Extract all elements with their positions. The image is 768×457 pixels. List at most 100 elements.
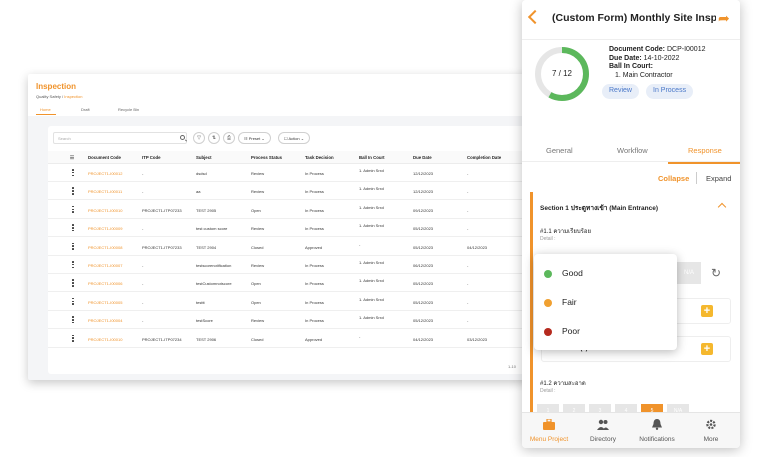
more-options-icon[interactable] (72, 334, 74, 343)
table-row[interactable]: PROJECT1-I00011 - aa Review In Process 1. Adm… (48, 182, 548, 201)
cell-process-status: Closed (251, 244, 264, 250)
chevron-up-icon[interactable] (717, 202, 727, 212)
cell-document-code[interactable]: PROJECT1-I00005 (88, 300, 122, 305)
nav-directory[interactable]: Directory (576, 413, 630, 448)
nav-more[interactable]: More (684, 413, 738, 448)
more-options-icon[interactable] (72, 224, 74, 232)
rating-option-fair[interactable]: Fair (534, 289, 677, 317)
cell-task-decision: Approved (305, 336, 323, 342)
col-due-date[interactable]: Due Date (413, 155, 432, 160)
cell-completion-date: - (467, 299, 469, 305)
question-2-title: #1.2 ความสะอาด (540, 381, 586, 387)
tab-home[interactable]: Home (40, 107, 51, 112)
filter-icon[interactable]: ▽ (193, 132, 205, 144)
table-row[interactable]: PROJECT1-I00004 - testScore Review In Proces… (48, 311, 548, 330)
cell-document-code[interactable]: PROJECT1-I00010 (88, 337, 122, 342)
cell-ball-in-court: - (359, 241, 361, 247)
table-row[interactable]: PROJECT1-I00010 PROJECT1-ITP07234 TEST 290… (48, 330, 548, 348)
col-process-status[interactable]: Process Status (251, 155, 282, 160)
table-row[interactable]: PROJECT1-I00008 PROJECT1-ITP07233 TEST 290… (48, 238, 548, 256)
more-options-icon[interactable] (72, 316, 74, 324)
nav-notifications[interactable]: Notifications (630, 413, 684, 448)
share-icon[interactable]: ➦ (718, 10, 730, 27)
more-options-icon[interactable] (72, 279, 74, 287)
col-task-decision[interactable]: Task Decision (305, 155, 334, 160)
cell-ball-in-court: - (359, 333, 361, 339)
status-badge: Review (602, 84, 639, 99)
cell-subject: dsdsd (196, 171, 207, 176)
cell-document-code[interactable]: PROJECT1-I00011 (88, 189, 122, 194)
cell-due-date: 12/12/2023 (413, 189, 434, 195)
add-comment-button[interactable]: + (701, 343, 713, 355)
cell-completion-date: 04/12/2023 (467, 244, 488, 250)
tab-recycle-bin[interactable]: Recycle Bin (118, 107, 139, 112)
table-row[interactable]: PROJECT1-I00009 - test custom score Review I… (48, 219, 548, 238)
sort-icon[interactable]: ⇅ (208, 132, 220, 144)
reset-icon[interactable]: ↻ (711, 266, 721, 280)
table-row[interactable]: PROJECT1-I00007 - testscorenotification Rev… (48, 256, 548, 274)
back-icon[interactable] (527, 9, 543, 25)
cell-itp-code: - (142, 281, 144, 287)
rating-option-poor[interactable]: Poor (534, 318, 677, 346)
cell-document-code[interactable]: PROJECT1-I00012 (88, 171, 122, 176)
table-row[interactable]: PROJECT1-I00005 - testtt Open In Process 1. A… (48, 293, 548, 311)
cell-document-code[interactable]: PROJECT1-I00004 (88, 318, 122, 323)
col-document-code[interactable]: Document Code (88, 155, 121, 160)
expand-button[interactable]: Expand (706, 174, 731, 183)
more-options-icon[interactable] (72, 261, 74, 269)
tab-draft[interactable]: Draft (81, 107, 90, 112)
cell-due-date: 05/12/2023 (413, 318, 434, 324)
cell-completion-date: - (467, 226, 469, 232)
table-row[interactable]: PROJECT1-I00006 - testCustomnotscore Open In… (48, 274, 548, 293)
cell-ball-in-court: 1. Admin Srxd (359, 223, 384, 229)
search-icon[interactable] (180, 135, 185, 140)
rating-option-good[interactable]: Good (534, 260, 677, 288)
page-title: Inspection (36, 82, 77, 91)
cell-process-status: Closed (251, 336, 264, 342)
na-button[interactable]: N/A (677, 262, 701, 284)
col-itp-code[interactable]: ITP Code (142, 155, 161, 160)
col-ball-in-court[interactable]: Ball In Court (359, 155, 385, 160)
action-dropdown[interactable]: ☐ Action ⌄ (278, 132, 311, 144)
more-options-icon[interactable] (72, 187, 74, 195)
cell-document-code[interactable]: PROJECT1-I00006 (88, 281, 122, 286)
col-completion-date[interactable]: Completion Date (467, 155, 501, 160)
rating-option-label: Good (562, 268, 583, 278)
more-options-icon[interactable] (72, 242, 74, 251)
screen: Inspection Quality Safety / Inspection H… (0, 0, 768, 457)
collapse-button[interactable]: Collapse (658, 174, 689, 183)
col-subject[interactable]: Subject (196, 155, 212, 160)
cell-document-code[interactable]: PROJECT1-I00010 (88, 208, 122, 213)
more-options-icon[interactable] (72, 169, 74, 177)
preset-dropdown[interactable]: ☷ Preset ⌄ (238, 132, 271, 144)
cell-process-status: Review (251, 171, 265, 176)
nav-menu-project[interactable]: Menu Project (522, 413, 576, 448)
print-icon[interactable]: ⎙ (223, 132, 235, 144)
breadcrumb-current: Inspection (64, 94, 83, 99)
cell-document-code[interactable]: PROJECT1-I00009 (88, 226, 122, 231)
tab-response[interactable]: Response (688, 146, 722, 155)
table-row[interactable]: PROJECT1-I00012 - dsdsd Review In Process 1. … (48, 164, 548, 182)
pagination[interactable]: 1-10 (508, 364, 516, 369)
tab-workflow[interactable]: Workflow (617, 146, 648, 155)
more-options-icon[interactable] (72, 297, 74, 306)
more-options-icon[interactable] (72, 205, 74, 214)
question-1-title: #1.1 ความเรียบร้อย (540, 229, 591, 235)
cell-process-status: Open (251, 207, 261, 213)
breadcrumb-root[interactable]: Quality Safety (36, 94, 61, 99)
cell-itp-code: - (142, 263, 144, 268)
tab-general[interactable]: General (546, 146, 573, 155)
cell-task-decision: In Process (305, 189, 324, 195)
column-settings-icon[interactable]: ☷ (70, 155, 74, 161)
table-row[interactable]: PROJECT1-I00010 PROJECT1-ITP07233 TEST 290… (48, 201, 548, 219)
add-photo-button[interactable]: + (701, 305, 713, 317)
cell-process-status: Open (251, 299, 261, 305)
cell-document-code[interactable]: PROJECT1-I00008 (88, 245, 122, 250)
search-input[interactable]: Search (53, 132, 187, 144)
cell-ball-in-court: 1. Admin Srxd (359, 204, 384, 210)
cell-document-code[interactable]: PROJECT1-I00007 (88, 263, 122, 268)
cell-process-status: Review (251, 318, 265, 324)
cell-subject: aa (196, 189, 201, 195)
cell-completion-date: - (467, 318, 469, 324)
cell-task-decision: In Process (305, 263, 324, 268)
